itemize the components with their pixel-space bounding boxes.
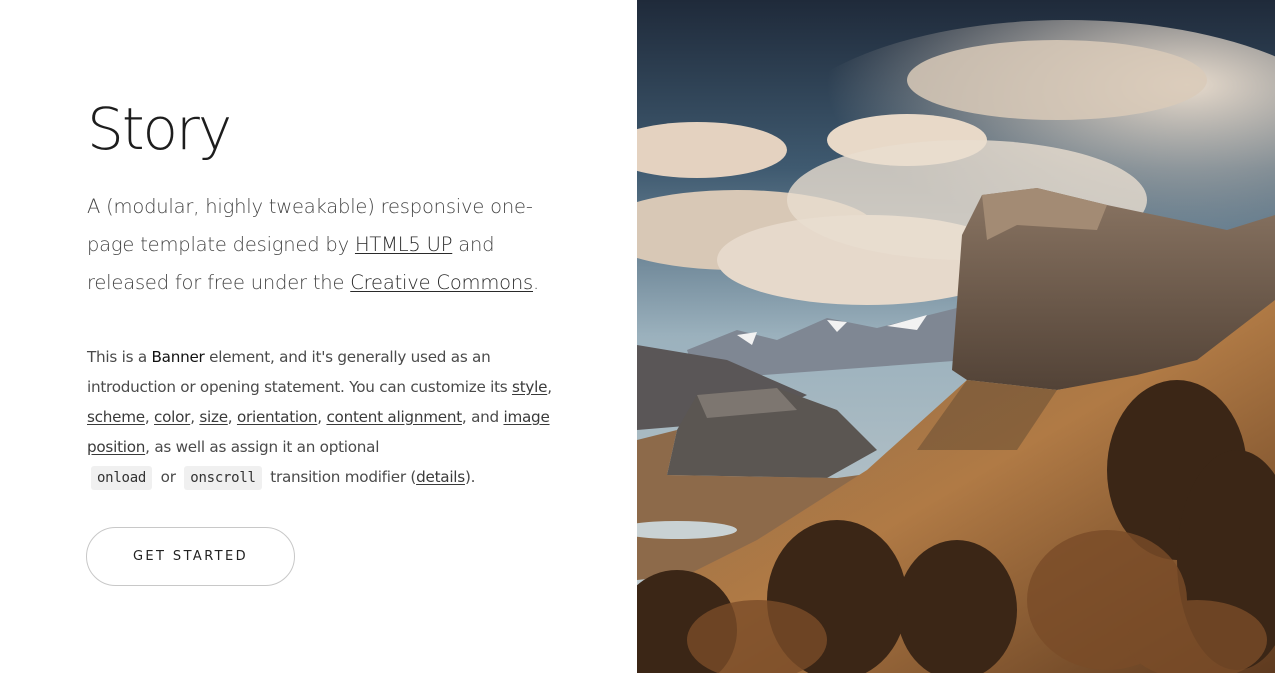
- banner-description: This is a Banner element, and it's gener…: [87, 342, 577, 493]
- description-text: ).: [464, 467, 476, 486]
- mountain-landscape-photo: [637, 0, 1275, 673]
- banner: Story A (modular, highly tweakable) resp…: [0, 0, 1275, 673]
- style-link[interactable]: style: [512, 378, 547, 396]
- separator: ,: [227, 407, 237, 426]
- page-title: Story: [87, 95, 232, 163]
- banner-image: [637, 0, 1275, 673]
- banner-intro: A (modular, highly tweakable) responsive…: [87, 188, 577, 302]
- description-text: This is a: [87, 347, 152, 366]
- size-link[interactable]: size: [199, 408, 228, 426]
- separator: ,: [144, 407, 155, 426]
- html5up-link[interactable]: HTML5 UP: [355, 233, 453, 256]
- banner-keyword: Banner: [151, 347, 205, 366]
- details-link[interactable]: details: [416, 468, 465, 486]
- content-alignment-link[interactable]: content alignment: [326, 408, 462, 426]
- onscroll-code: onscroll: [184, 465, 262, 490]
- color-link[interactable]: color: [154, 408, 190, 426]
- separator: , and: [461, 407, 504, 426]
- separator: ,: [547, 377, 552, 396]
- separator: ,: [190, 407, 200, 426]
- orientation-link[interactable]: orientation: [237, 408, 318, 426]
- scheme-link[interactable]: scheme: [87, 408, 145, 426]
- description-text: , as well as assign it an optional: [145, 437, 380, 456]
- or-text: or: [160, 467, 176, 486]
- banner-content: Story A (modular, highly tweakable) resp…: [0, 0, 637, 673]
- get-started-button[interactable]: GET STARTED: [86, 527, 295, 586]
- intro-text: .: [533, 270, 539, 294]
- description-text: transition modifier (: [270, 467, 417, 486]
- onload-code: onload: [91, 465, 153, 490]
- creative-commons-link[interactable]: Creative Commons: [350, 271, 533, 294]
